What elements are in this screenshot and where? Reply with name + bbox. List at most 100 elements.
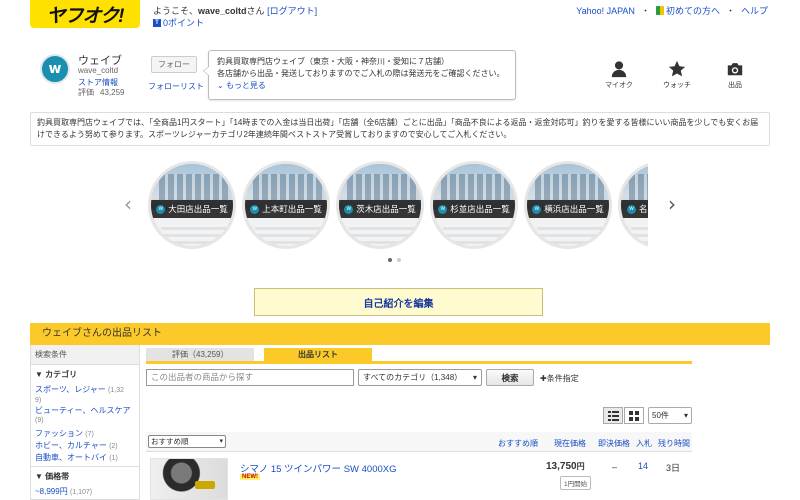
category-item[interactable]: 自動車、オートバイ (1) [35,452,135,464]
caret-down-icon: ▼ [35,472,46,481]
top-nav: Yahoo! JAPAN ・ 初めての方へ ・ ヘルプ [576,4,768,17]
category-item[interactable]: スポーツ、レジャー (1,32 [35,384,135,396]
bid-count[interactable]: 14 [638,461,648,471]
follow-button[interactable]: フォロー [151,56,197,73]
chevron-down-icon: ⌄ [217,81,226,90]
carousel-prev-button[interactable]: ‹ [124,192,132,216]
sort-bids[interactable]: 入札 [636,438,652,449]
follow-list-link[interactable]: フォローリスト [148,81,204,92]
listing-tabs: 評価（43,259） 出品リスト [146,348,372,361]
sort-remaining[interactable]: 残り時間 [658,438,690,449]
global-header: ヤフオク! ようこそ、wave_coltdさん [ログアウト] T 0ポイント … [0,0,800,30]
logout-link[interactable]: [ログアウト] [267,6,317,16]
price-title-label: 価格帯 [45,472,70,481]
category-count: (1) [109,455,118,462]
item-thumbnail[interactable] [150,458,228,500]
yahuoku-logo[interactable]: ヤフオク! [30,0,140,28]
announcement-line: 各店舗から出品・発送しておりますのでご入札の際は発送元をご確認ください。 [217,69,505,78]
tpoint-icon: T [153,18,161,27]
beginner-icon [655,6,664,15]
sort-select-value: おすすめ順 [151,437,189,446]
carousel-item-label: 茨木店出品一覧 [356,204,416,214]
price-filter: ▼ 価格帯 ~8,999円 (1,107) [31,467,139,500]
store-rating[interactable]: 評価 43,259 [78,87,124,98]
separator: ・ [640,6,650,16]
item-title[interactable]: シマノ 15 ツインパワー SW 4000XG [240,461,397,475]
category-select[interactable]: すべてのカテゴリ（1,348） ▾ [358,369,482,386]
carousel-item[interactable]: w 横浜店出品一覧 [524,161,612,249]
sort-select[interactable]: おすすめ順 ▾ [148,435,226,448]
sort-current-price[interactable]: 現在価格 [554,438,586,449]
new-badge: NEW! [240,474,260,480]
category-count: (7) [85,431,94,438]
chevron-down-icon: ▾ [683,411,688,420]
sort-recommended[interactable]: おすすめ順 [498,438,538,449]
conditions-label: 条件指定 [546,374,579,383]
carousel-next-button[interactable]: › [668,192,676,216]
carousel-item-label: 上本町出品一覧 [262,204,322,214]
carousel-pagination [388,258,401,262]
remaining-time: 3日 [666,463,681,473]
category-count: (2) [109,443,118,450]
category-title[interactable]: ▼ カテゴリ [35,369,135,380]
store-id: wave_coltd [78,66,119,75]
store-avatar[interactable]: w [40,54,70,84]
buyout-price: – [612,462,618,472]
tab-listings[interactable]: 出品リスト [264,348,372,361]
sell-button[interactable]: 出品 [716,60,754,90]
carousel-dot[interactable] [397,258,401,262]
caret-down-icon: ▼ [35,370,46,379]
carousel-item[interactable]: w 茨木店出品一覧 [336,161,424,249]
price-value: 13,750 [546,461,577,472]
listing-row: シマノ 15 ツインパワー SW 4000XG NEW! 13,750円 1円開… [146,452,692,500]
category-item[interactable]: ファッション (7) [35,428,135,440]
store-mini-icon: w [627,204,636,214]
beginner-label[interactable]: 初めての方へ [666,6,720,16]
category-label[interactable]: ファッション [35,429,83,438]
seller-search-input[interactable]: この出品者の商品から探す [146,369,354,386]
price-label[interactable]: ~8,999円 [35,487,68,496]
carousel-item-label: 大田店出品一覧 [168,204,228,214]
chevron-down-icon: ▾ [472,373,477,382]
category-item[interactable]: ビューティー、ヘルスケア [35,405,135,416]
grid-view-button[interactable] [624,407,644,424]
listing-section-title: ウェイブさんの出品リスト [30,323,770,345]
carousel-item[interactable]: w名古 [618,161,648,249]
points-label[interactable]: 0ポイント [163,16,204,29]
camera-icon [727,63,743,76]
search-filter-sidebar: 検索条件 ▼ カテゴリ スポーツ、レジャー (1,32 9) ビューティー、ヘル… [30,345,140,500]
username: wave_coltd [198,6,247,16]
carousel-dot[interactable] [388,258,392,262]
carousel-item[interactable]: w 大田店出品一覧 [148,161,236,249]
store-mini-icon: w [438,204,448,214]
edit-intro-button[interactable]: 自己紹介を編集 [254,288,543,316]
per-page-value: 50件 [652,411,669,420]
category-item[interactable]: ホビー、カルチャー (2) [35,440,135,452]
yahoo-japan-link[interactable]: Yahoo! JAPAN [576,6,635,16]
category-label[interactable]: スポーツ、レジャー [35,385,106,394]
category-count: (9) [35,417,44,424]
carousel-item[interactable]: w 上本町出品一覧 [242,161,330,249]
category-label[interactable]: ホビー、カルチャー [35,441,107,450]
search-button[interactable]: 検索 [486,369,534,386]
tab-rating[interactable]: 評価（43,259） [146,348,254,361]
category-label[interactable]: 自動車、オートバイ [35,453,107,462]
sort-buyout-price[interactable]: 即決価格 [598,438,630,449]
help-link[interactable]: ヘルプ [741,4,768,17]
list-view-button[interactable] [603,407,623,424]
welcome-suffix: さん [246,6,265,16]
points-link[interactable]: T 0ポイント [153,16,204,29]
per-page-select[interactable]: 50件 ▾ [648,407,692,424]
conditions-link[interactable]: ✚条件指定 [540,373,579,384]
carousel-item-label: 杉並店出品一覧 [450,204,510,214]
carousel-item[interactable]: w 杉並店出品一覧 [430,161,518,249]
myauction-button[interactable]: マイオク [600,60,638,90]
price-item[interactable]: ~8,999円 (1,107) [35,486,135,498]
more-link[interactable]: ⌄ もっと見る [217,80,507,92]
watch-button[interactable]: ウォッチ [658,60,696,90]
store-mini-icon: w [250,204,260,214]
beginner-link[interactable]: 初めての方へ [655,4,720,17]
price-title[interactable]: ▼ 価格帯 [35,471,135,482]
category-label[interactable]: ビューティー、ヘルスケア [35,406,130,415]
person-icon [611,61,627,78]
